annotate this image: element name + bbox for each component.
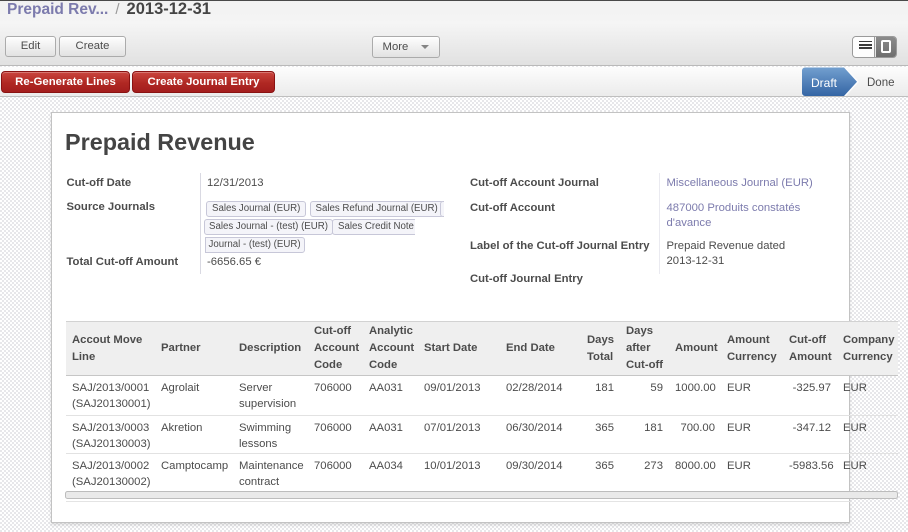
svg-text:Draft: Draft xyxy=(811,76,838,90)
